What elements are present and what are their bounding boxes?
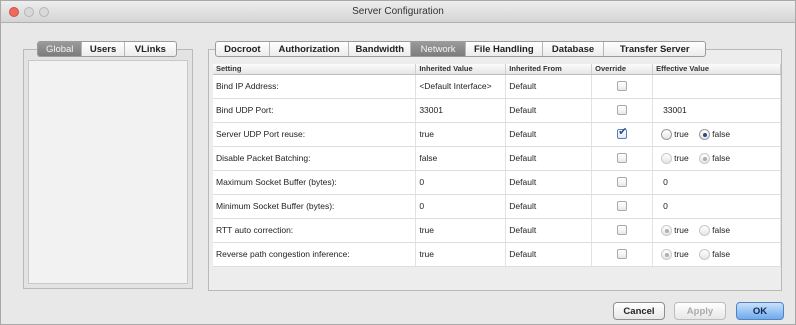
inherited-value: true <box>415 122 507 147</box>
override-checkbox[interactable] <box>617 105 628 116</box>
effective-value: 0 <box>652 170 781 195</box>
radio-true[interactable] <box>661 128 673 140</box>
radio-false[interactable] <box>699 152 711 164</box>
override-checkbox[interactable] <box>617 125 627 140</box>
override-checkbox[interactable] <box>617 153 628 164</box>
inherited-from: Default <box>505 146 593 171</box>
override-checkbox[interactable] <box>617 81 628 92</box>
radio-true-label: true <box>674 153 689 164</box>
effective-value: true false <box>652 242 781 267</box>
inherited-from: Default <box>505 122 593 147</box>
table-row: Bind IP Address: <Default Interface> Def… <box>213 74 781 99</box>
override-checkbox[interactable] <box>617 249 628 260</box>
tab-docroot[interactable]: Docroot <box>216 42 270 56</box>
radio-true[interactable] <box>661 224 673 236</box>
inherited-from: Default <box>505 74 593 99</box>
radio-false[interactable] <box>699 224 711 236</box>
title-bar: Server Configuration <box>1 1 795 23</box>
inherited-value: <Default Interface> <box>415 74 507 99</box>
radio-false[interactable] <box>699 248 711 260</box>
setting-name: Maximum Socket Buffer (bytes): <box>213 170 417 195</box>
radio-false-label: false <box>712 129 731 140</box>
tab-users[interactable]: Users <box>82 42 125 56</box>
ok-button[interactable]: OK <box>736 302 784 320</box>
override-cell <box>591 218 654 243</box>
radio-true[interactable] <box>661 248 673 260</box>
inherited-from: Default <box>505 170 593 195</box>
settings-table: Setting Inherited Value Inherited From O… <box>213 64 781 267</box>
override-cell <box>591 194 654 219</box>
radio-true[interactable] <box>661 152 673 164</box>
setting-name: Reverse path congestion inference: <box>213 242 417 267</box>
apply-button[interactable]: Apply <box>674 302 726 320</box>
inherited-from: Default <box>505 242 593 267</box>
cancel-button[interactable]: Cancel <box>613 302 665 320</box>
tab-file-handling[interactable]: File Handling <box>466 42 543 56</box>
override-cell <box>591 170 654 195</box>
effective-value: true false <box>652 146 781 171</box>
radio-true-label: true <box>674 249 689 260</box>
radio-true-label: true <box>674 225 689 236</box>
left-panel-content <box>28 60 188 284</box>
radio-false-label: false <box>712 225 731 236</box>
table-row: Bind UDP Port: 33001 Default 33001 <box>213 98 781 123</box>
setting-name: Disable Packet Batching: <box>213 146 417 171</box>
column-header-inherited-from[interactable]: Inherited From <box>505 64 593 75</box>
effective-value: true false <box>652 218 781 243</box>
override-cell <box>591 146 654 171</box>
setting-name: Bind IP Address: <box>213 74 417 99</box>
override-cell <box>591 98 654 123</box>
column-header-setting[interactable]: Setting <box>213 64 417 75</box>
tab-authorization[interactable]: Authorization <box>270 42 350 56</box>
setting-name: Minimum Socket Buffer (bytes): <box>213 194 417 219</box>
table-row: Maximum Socket Buffer (bytes): 0 Default… <box>213 170 781 195</box>
effective-value: 0 <box>652 194 781 219</box>
tab-bandwidth[interactable]: Bandwidth <box>349 42 412 56</box>
override-checkbox[interactable] <box>617 225 628 236</box>
table-row: RTT auto correction: true Default true f… <box>213 218 781 243</box>
column-header-inherited-value[interactable]: Inherited Value <box>415 64 507 75</box>
column-header-effective-value[interactable]: Effective Value <box>652 64 781 75</box>
main-tab-bar: Docroot Authorization Bandwidth Network … <box>215 41 706 57</box>
setting-name: Bind UDP Port: <box>213 98 417 123</box>
tab-transfer-server[interactable]: Transfer Server <box>604 42 705 56</box>
table-row: Reverse path congestion inference: true … <box>213 242 781 267</box>
tab-vlinks[interactable]: VLinks <box>125 42 176 56</box>
column-header-override[interactable]: Override <box>591 64 654 75</box>
window-title: Server Configuration <box>352 6 444 17</box>
left-panel <box>23 49 193 289</box>
tab-network[interactable]: Network <box>411 42 466 56</box>
inherited-from: Default <box>505 194 593 219</box>
table-header-row: Setting Inherited Value Inherited From O… <box>213 64 781 75</box>
tab-global[interactable]: Global <box>38 42 83 56</box>
override-checkbox[interactable] <box>617 201 628 212</box>
radio-true-label: true <box>674 129 689 140</box>
table-row: Disable Packet Batching: false Default t… <box>213 146 781 171</box>
inherited-from: Default <box>505 218 593 243</box>
effective-value: 33001 <box>652 98 781 123</box>
inherited-value: true <box>415 218 507 243</box>
inherited-value: 0 <box>415 170 507 195</box>
left-tab-bar: Global Users VLinks <box>37 41 177 57</box>
effective-value: true false <box>652 122 781 147</box>
table-row: Minimum Socket Buffer (bytes): 0 Default… <box>213 194 781 219</box>
tab-database[interactable]: Database <box>543 42 605 56</box>
radio-false-label: false <box>712 153 731 164</box>
override-cell <box>591 74 654 99</box>
inherited-value: 33001 <box>415 98 507 123</box>
override-cell <box>591 122 654 147</box>
inherited-value: false <box>415 146 507 171</box>
setting-name: RTT auto correction: <box>213 218 417 243</box>
setting-name: Server UDP Port reuse: <box>213 122 417 147</box>
effective-value <box>652 74 781 99</box>
table-row: Server UDP Port reuse: true Default true… <box>213 122 781 147</box>
override-cell <box>591 242 654 267</box>
inherited-value: true <box>415 242 507 267</box>
override-checkbox[interactable] <box>617 177 628 188</box>
inherited-value: 0 <box>415 194 507 219</box>
radio-false-label: false <box>712 249 731 260</box>
inherited-from: Default <box>505 98 593 123</box>
radio-false[interactable] <box>699 128 711 140</box>
server-configuration-window: Server Configuration Global Users VLinks… <box>0 0 796 325</box>
